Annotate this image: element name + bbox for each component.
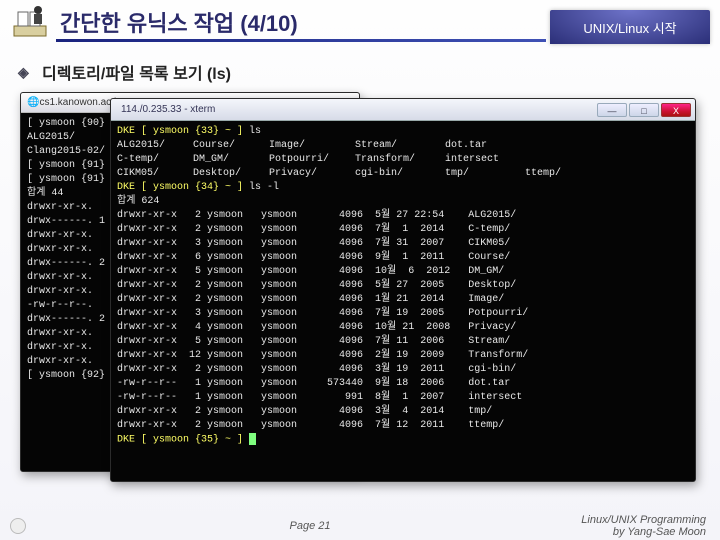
bullet-icon: ◈ (18, 64, 34, 80)
footer-logo (0, 518, 70, 534)
front-window-chrome: 114./0.235.33 - xterm — □ X (111, 99, 695, 121)
front-window-title: 114./0.235.33 - xterm (115, 104, 595, 115)
credit-line-2: by Yang-Sae Moon (550, 526, 706, 538)
prompt-line-1: DKE [ ysmoon {33} ~ ] (117, 126, 249, 137)
close-button[interactable]: X (661, 103, 691, 117)
subheading-text: 디렉토리/파일 목록 보기 (ls) (42, 60, 231, 84)
ls-command: ls (249, 126, 261, 137)
title-underline (56, 39, 546, 42)
footer: Page 21 Linux/UNIX Programming by Yang-S… (0, 512, 720, 540)
slide-title: 간단한 유닉스 작업 (4/10) (60, 6, 298, 38)
globe-icon: 🌐 (27, 97, 39, 108)
logo-icon (10, 518, 26, 534)
title-bar: 간단한 유닉스 작업 (4/10) UNIX/Linux 시작 (0, 0, 720, 46)
subheading: ◈ 디렉토리/파일 목록 보기 (ls) (18, 60, 231, 84)
cursor (249, 433, 256, 445)
minimize-button[interactable]: — (597, 103, 627, 117)
total-line: 합계 624 (117, 196, 159, 207)
prompt-line-3: DKE [ ysmoon {35} ~ ] (117, 435, 249, 446)
slide: 간단한 유닉스 작업 (4/10) UNIX/Linux 시작 ◈ 디렉토리/파… (0, 0, 720, 540)
ls-col-1: Course/ DM_GM/ Desktop/ (193, 139, 269, 181)
credit-line-1: Linux/UNIX Programming (550, 514, 706, 526)
chapter-tab: UNIX/Linux 시작 (550, 10, 710, 44)
front-terminal-body[interactable]: DKE [ ysmoon {33} ~ ] ls ALG2015/ C-temp… (111, 121, 695, 481)
ls-col-0: ALG2015/ C-temp/ CIKM05/ (117, 139, 193, 181)
ls-l-command: ls -l (249, 182, 279, 193)
prompt-line-2: DKE [ ysmoon {34} ~ ] (117, 182, 249, 193)
terminal-stack: 🌐 cs1.kanowon.ac.kr - [ ysmoon {90} ALG2… (20, 92, 700, 486)
footer-credit: Linux/UNIX Programming by Yang-Sae Moon (550, 514, 720, 538)
reader-icon (10, 2, 50, 42)
ls-col-5: ttemp/ (525, 167, 561, 181)
page-number: Page 21 (70, 520, 550, 532)
front-terminal-window: 114./0.235.33 - xterm — □ X DKE [ ysmoon… (110, 98, 696, 482)
ls-col-2: Image/ Potpourri/ Privacy/ (269, 139, 355, 181)
ls-col-4: dot.tar intersect tmp/ (445, 139, 525, 181)
ls-col-3: Stream/ Transform/ cgi-bin/ (355, 139, 445, 181)
maximize-button[interactable]: □ (629, 103, 659, 117)
